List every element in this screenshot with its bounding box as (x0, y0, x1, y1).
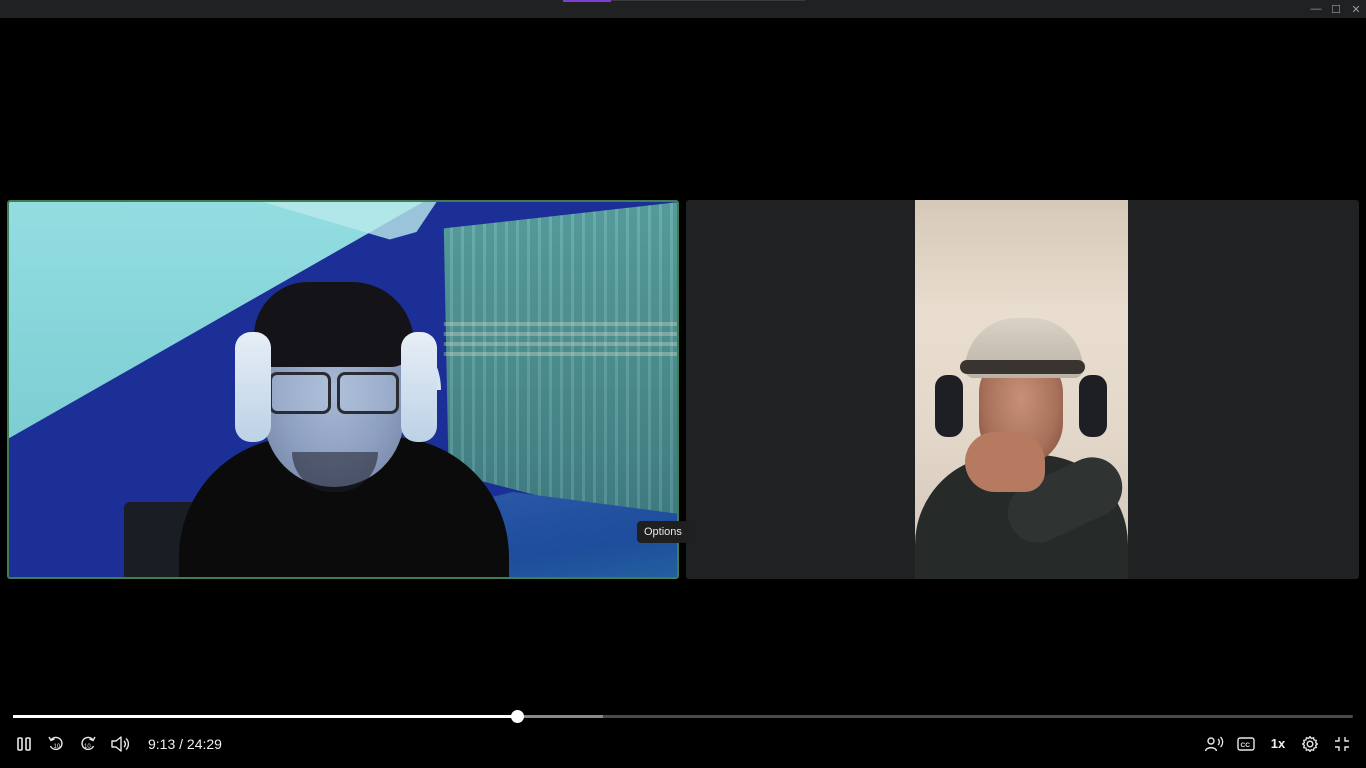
person-cap-brim (960, 360, 1085, 374)
minimize-button[interactable]: — (1306, 0, 1326, 18)
headphone-left (935, 375, 963, 437)
person-hand (965, 432, 1045, 492)
forward-10-icon: 10 (79, 735, 97, 753)
gear-icon (1301, 735, 1319, 753)
exit-fullscreen-button[interactable] (1331, 733, 1353, 755)
pause-icon (16, 736, 32, 752)
volume-icon (110, 735, 130, 753)
seek-bar-handle[interactable] (510, 710, 524, 723)
rewind-10-button[interactable]: 10 (45, 733, 67, 755)
audio-description-icon (1204, 735, 1224, 753)
rewind-10-icon: 10 (47, 735, 65, 753)
glasses-lens-right (337, 372, 399, 414)
headphone-left (235, 332, 271, 442)
svg-text:10: 10 (84, 744, 91, 750)
closed-captions-button[interactable]: CC (1235, 733, 1257, 755)
title-bar: — ☐ ✕ (0, 0, 1366, 18)
seek-bar[interactable] (13, 710, 1353, 723)
video-player-window: — ☐ ✕ Options 10 10 9:13 / 24:29 CC 1x (0, 0, 1366, 768)
pause-button[interactable] (13, 733, 35, 755)
exit-fullscreen-icon (1334, 736, 1350, 752)
headphone-right (401, 332, 437, 442)
active-tab-indicator (563, 0, 611, 2)
svg-text:CC: CC (1241, 742, 1251, 749)
svg-text:10: 10 (54, 744, 61, 750)
curtain-band (443, 322, 677, 362)
participant-video-right (915, 200, 1128, 579)
maximize-button[interactable]: ☐ (1326, 0, 1346, 18)
options-tooltip: Options (637, 521, 689, 543)
person-hair (254, 282, 414, 367)
participant-video-tile-right[interactable] (686, 200, 1359, 579)
playback-speed-button[interactable]: 1x (1266, 733, 1290, 755)
forward-10-button[interactable]: 10 (77, 733, 99, 755)
close-button[interactable]: ✕ (1346, 0, 1366, 18)
participant-video-left (9, 202, 677, 577)
participant-video-tile-left[interactable] (7, 200, 679, 579)
tab-track (611, 0, 805, 1)
settings-button[interactable] (1299, 733, 1321, 755)
playback-time: 9:13 / 24:29 (148, 736, 222, 752)
seek-bar-played (13, 715, 517, 718)
glasses (269, 372, 399, 414)
volume-button[interactable] (109, 733, 131, 755)
audio-description-button[interactable] (1203, 733, 1225, 755)
closed-captions-icon: CC (1237, 736, 1255, 752)
glasses-lens-left (269, 372, 331, 414)
headphone-right (1079, 375, 1107, 437)
